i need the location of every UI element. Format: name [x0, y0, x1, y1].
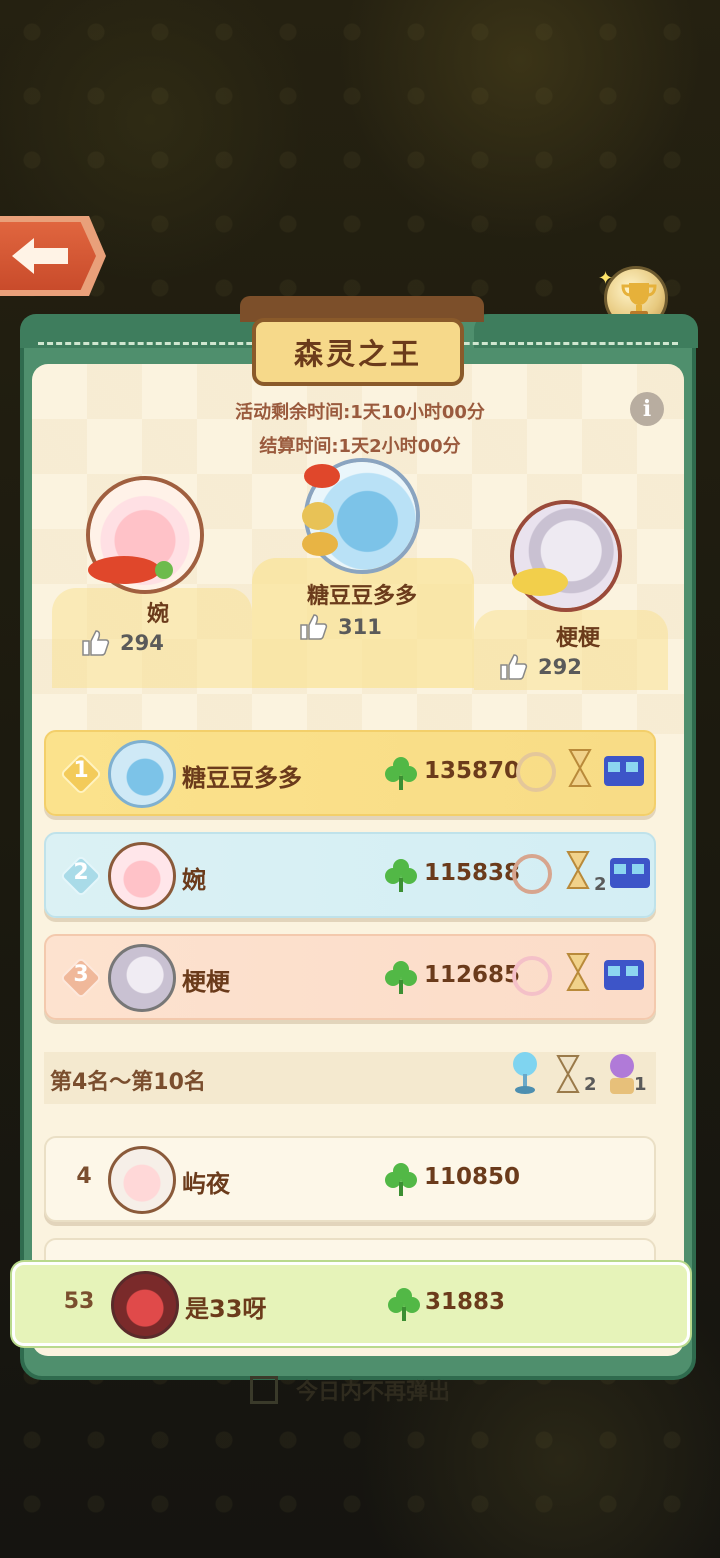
gift-box-reward-icon: [610, 858, 650, 888]
podium-second-likes[interactable]: 294: [80, 628, 164, 658]
score: 135870: [424, 758, 521, 784]
info-icon[interactable]: i: [630, 392, 664, 426]
rank-row-1[interactable]: 1 糖豆豆多多 135870: [44, 730, 656, 816]
player-name: 屿夜: [182, 1170, 230, 1198]
player-name: 梗梗: [182, 968, 230, 996]
score: 31883: [425, 1289, 506, 1315]
reward-count: 2: [584, 1074, 597, 1095]
rank-row-4[interactable]: 4 屿夜 110850: [44, 1136, 656, 1222]
hourglass-reward-icon: [556, 1055, 580, 1093]
score: 110850: [424, 1164, 521, 1190]
avatar-frame-reward-icon: [516, 752, 556, 792]
thumbs-up-icon: [500, 654, 528, 680]
avatar: [108, 740, 176, 808]
rank-number: 53: [63, 1289, 95, 1314]
rank-number: 4: [76, 1164, 92, 1189]
title-plate: 森灵之王: [252, 318, 464, 386]
thumbs-up-icon: [300, 614, 328, 640]
avatar-frame-reward-icon: [512, 956, 552, 996]
checkbox[interactable]: [250, 1376, 278, 1404]
rank-number: 1: [73, 758, 89, 783]
back-arrow-icon: [12, 238, 68, 274]
avatar: [108, 842, 176, 910]
self-rank-row[interactable]: 53 是33呀 31883: [12, 1262, 690, 1346]
reward-count: 2: [594, 874, 607, 895]
score: 115838: [424, 860, 521, 886]
clover-icon: [388, 1288, 420, 1321]
like-count: 292: [538, 655, 582, 679]
remaining-time: 活动剩余时间:1天10小时00分: [235, 402, 485, 423]
food-decoration-icon: [302, 464, 340, 556]
sparkle-icon: ✦: [598, 268, 614, 289]
player-name: 是33呀: [185, 1295, 267, 1323]
clover-icon: [385, 961, 417, 994]
hourglass-reward-icon: [566, 851, 590, 889]
podium-first-name: 糖豆豆多多: [306, 584, 417, 609]
gift-box-reward-icon: [604, 960, 644, 990]
player-name: 糖豆豆多多: [182, 764, 302, 792]
podium-second-name: 婉: [146, 602, 169, 627]
clover-icon: [385, 859, 417, 892]
rank-row-3[interactable]: 3 梗梗 112685: [44, 934, 656, 1020]
avatar: [108, 1146, 176, 1214]
back-button[interactable]: [0, 216, 106, 296]
clover-icon: [385, 757, 417, 790]
hourglass-reward-icon: [566, 953, 590, 991]
thumbs-up-icon: [82, 630, 110, 656]
hourglass-reward-icon: [568, 749, 592, 787]
avatar: [108, 944, 176, 1012]
rank-number: 2: [73, 860, 89, 885]
score: 112685: [424, 962, 521, 988]
like-count: 311: [338, 615, 382, 639]
podium-third-name: 梗梗: [555, 626, 600, 651]
settle-time: 结算时间:1天2小时00分: [259, 436, 461, 457]
player-name: 婉: [182, 866, 206, 894]
like-count: 294: [120, 631, 164, 655]
rank-number: 3: [73, 962, 89, 987]
section-label: 第4名～第10名: [50, 1070, 206, 1095]
reward-count: 1: [634, 1074, 647, 1095]
podium-first-likes[interactable]: 311: [298, 612, 382, 642]
chick-decoration-icon: [512, 568, 568, 596]
crystal-goblet-reward-icon: [513, 1052, 537, 1094]
rank-row-2[interactable]: 2 婉 115838 2: [44, 832, 656, 918]
lobster-decoration-icon: [88, 556, 173, 584]
event-title: 森灵之王: [293, 337, 422, 371]
podium-third-likes[interactable]: 292: [498, 652, 582, 682]
avatar-frame-reward-icon: [512, 854, 552, 894]
bottom-hint: 今日内不再弹出: [296, 1380, 451, 1405]
avatar: [111, 1271, 179, 1339]
gift-box-reward-icon: [604, 756, 644, 786]
clover-icon: [385, 1163, 417, 1196]
